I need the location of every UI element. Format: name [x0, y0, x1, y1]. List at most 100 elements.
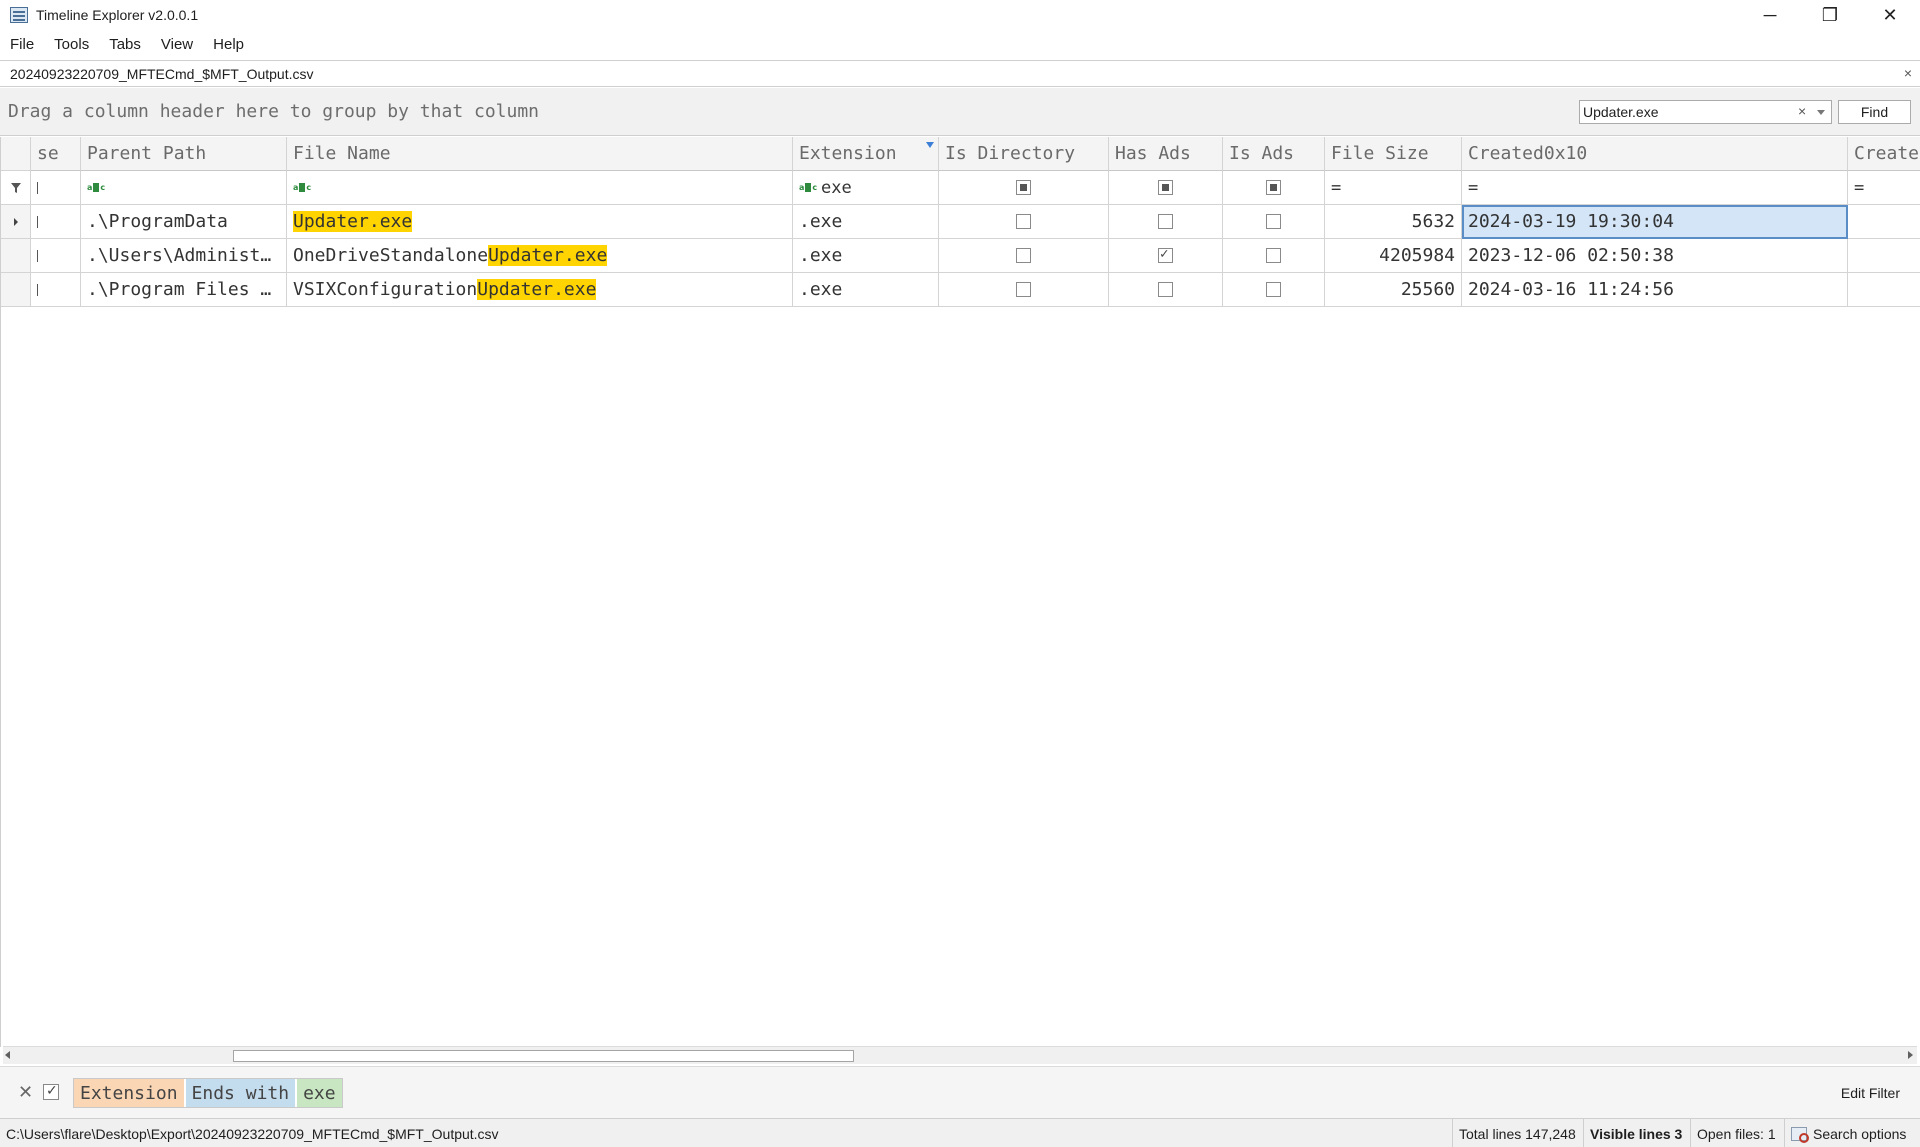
filter-cell-extension[interactable]: ac exe [793, 171, 939, 205]
search-options-button[interactable]: Search options [1784, 1119, 1912, 1147]
cell-created-next [1848, 239, 1920, 273]
column-header-se[interactable]: se [31, 137, 81, 171]
column-header-is-ads[interactable]: Is Ads [1223, 137, 1325, 171]
scroll-left-arrow-icon[interactable] [5, 1051, 10, 1059]
filter-enabled-checkbox[interactable] [43, 1082, 59, 1100]
table-row[interactable]: .\Program Files … VSIXConfiguration Updat… [1, 273, 1920, 307]
cell-se [31, 239, 81, 273]
filter-cell-has-ads[interactable] [1109, 171, 1223, 205]
table-row[interactable]: .\ProgramData Updater.exe .exe 5632 2024… [1, 205, 1920, 239]
checkbox [1158, 214, 1173, 229]
checkbox [1266, 214, 1281, 229]
column-header-parent-path[interactable]: Parent Path [81, 137, 287, 171]
filter-operator: Ends with [185, 1079, 296, 1107]
window-title: Timeline Explorer v2.0.0.1 [36, 7, 199, 23]
column-header-extension[interactable]: Extension [793, 137, 939, 171]
cell-extension: .exe [793, 273, 939, 307]
cell-se [31, 205, 81, 239]
filter-cell-file-name[interactable]: ac [287, 171, 793, 205]
cell-has-ads [1109, 205, 1223, 239]
cell-is-ads [1223, 205, 1325, 239]
group-panel[interactable]: Drag a column header here to group by th… [0, 88, 1920, 136]
cell-parent-path: .\ProgramData [81, 205, 287, 239]
menu-view[interactable]: View [151, 36, 203, 53]
row-indicator[interactable] [1, 273, 31, 307]
filter-expression[interactable]: Extension Ends with exe [73, 1078, 343, 1108]
checkbox [1266, 248, 1281, 263]
filter-cell-created-next[interactable]: = [1848, 171, 1920, 205]
restore-button[interactable]: ❐ [1800, 0, 1860, 30]
filter-cell-parent-path[interactable]: ac [81, 171, 287, 205]
cell-created-selected[interactable]: 2024-03-19 19:30:04 [1462, 205, 1848, 239]
filter-cell-created[interactable]: = [1462, 171, 1848, 205]
scroll-right-arrow-icon[interactable] [1908, 1051, 1913, 1059]
cell-has-ads [1109, 273, 1223, 307]
text-filter-icon: ac [799, 182, 818, 192]
search-box[interactable]: × [1579, 100, 1832, 124]
column-header-created-next[interactable]: Create [1848, 137, 1920, 171]
filter-checkbox[interactable] [1158, 180, 1173, 195]
data-grid[interactable]: se Parent Path File Name Extension Is Di… [0, 137, 1920, 1047]
cell-created: 2023-12-06 02:50:38 [1462, 239, 1848, 273]
scrollbar-thumb[interactable] [233, 1050, 854, 1062]
header-row: se Parent Path File Name Extension Is Di… [1, 137, 1920, 171]
search-input[interactable] [1583, 103, 1793, 121]
search-dropdown-icon[interactable] [1817, 110, 1825, 115]
close-tab-icon[interactable]: × [1904, 65, 1912, 81]
filter-bar: ✕ Extension Ends with exe Edit Filter [0, 1066, 1920, 1118]
cell-created-next [1848, 273, 1920, 307]
filter-active-icon [926, 142, 934, 148]
status-total-lines: Total lines 147,248 [1452, 1119, 1582, 1147]
column-header-file-name[interactable]: File Name [287, 137, 793, 171]
header-corner [1, 137, 31, 171]
clear-filter-icon[interactable]: ✕ [18, 1082, 33, 1103]
row-indicator[interactable] [1, 205, 31, 239]
table-row[interactable]: .\Users\Administ… OneDriveStandalone Upda… [1, 239, 1920, 273]
cell-file-size: 5632 [1325, 205, 1462, 239]
menu-tabs[interactable]: Tabs [99, 36, 151, 53]
checkbox [1266, 282, 1281, 297]
column-header-created-0x10[interactable]: Created0x10 [1462, 137, 1848, 171]
edit-filter-button[interactable]: Edit Filter [1841, 1085, 1900, 1101]
filter-cell-is-ads[interactable] [1223, 171, 1325, 205]
column-header-file-size[interactable]: File Size [1325, 137, 1462, 171]
search-options-label: Search options [1813, 1125, 1907, 1142]
status-open-files: Open files: 1 [1690, 1119, 1782, 1147]
find-button[interactable]: Find [1838, 100, 1911, 124]
cell-is-ads [1223, 273, 1325, 307]
cell-parent-path: .\Program Files … [81, 273, 287, 307]
file-name-prefix: VSIXConfiguration [293, 279, 478, 300]
filter-cell-se[interactable] [31, 171, 81, 205]
filter-checkbox[interactable] [1266, 180, 1281, 195]
horizontal-scrollbar[interactable] [3, 1046, 1917, 1064]
text-filter-icon: ac [293, 182, 312, 192]
cell-file-size: 25560 [1325, 273, 1462, 307]
search-match-highlight: Updater.exe [488, 245, 608, 266]
cell-parent-path: .\Users\Administ… [81, 239, 287, 273]
row-indicator[interactable] [1, 239, 31, 273]
filter-value: exe [297, 1079, 342, 1107]
cell-is-ads [1223, 239, 1325, 273]
menu-tools[interactable]: Tools [44, 36, 99, 53]
checkbox-checked [1158, 246, 1173, 263]
close-window-button[interactable]: ✕ [1860, 0, 1920, 30]
clear-search-icon[interactable]: × [1798, 103, 1806, 119]
cell-file-size: 4205984 [1325, 239, 1462, 273]
file-tab[interactable]: 20240923220709_MFTECmd_$MFT_Output.csv × [0, 60, 1920, 87]
cell-is-directory [939, 273, 1109, 307]
cell-se [31, 273, 81, 307]
search-options-icon [1791, 1126, 1809, 1143]
column-header-has-ads[interactable]: Has Ads [1109, 137, 1223, 171]
checkbox [1016, 248, 1031, 263]
minimize-button[interactable]: ─ [1740, 0, 1800, 30]
menu-file[interactable]: File [0, 36, 44, 53]
title-bar: Timeline Explorer v2.0.0.1 ─ ❐ ✕ [0, 0, 1920, 30]
menu-help[interactable]: Help [203, 36, 254, 53]
column-header-is-directory[interactable]: Is Directory [939, 137, 1109, 171]
filter-checkbox[interactable] [1016, 180, 1031, 195]
text-filter-icon: ac [87, 182, 106, 192]
cell-is-directory [939, 239, 1109, 273]
current-row-arrow-icon [13, 217, 18, 226]
filter-cell-is-directory[interactable] [939, 171, 1109, 205]
filter-cell-file-size[interactable]: = [1325, 171, 1462, 205]
